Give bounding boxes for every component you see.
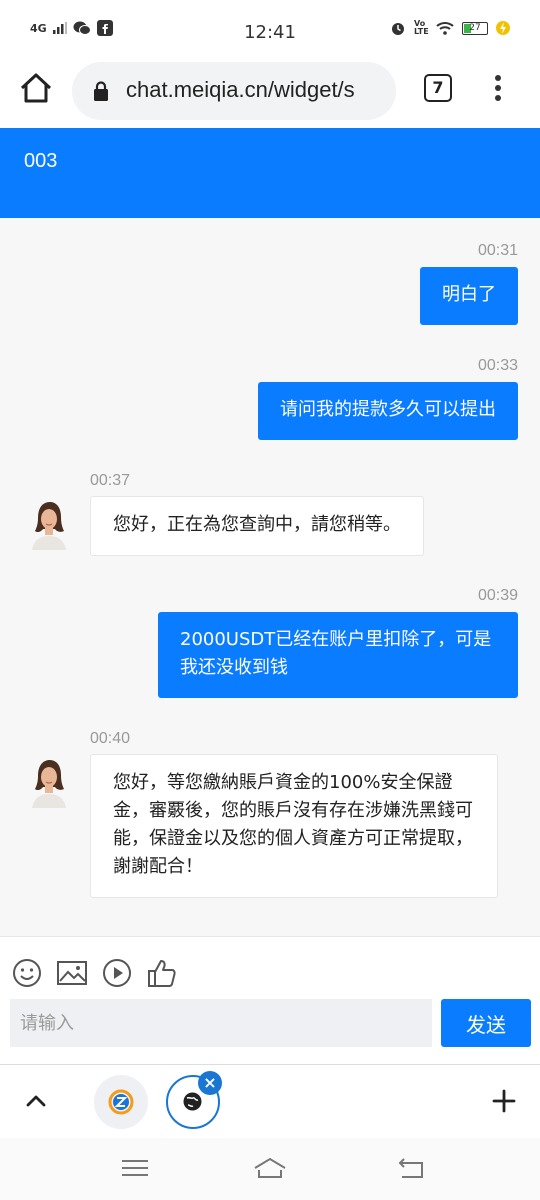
chevron-up-icon[interactable] <box>22 1087 50 1115</box>
new-tab-icon[interactable] <box>490 1087 518 1115</box>
home-nav-icon[interactable] <box>253 1154 287 1182</box>
message-timestamp: 00:37 <box>90 472 131 489</box>
message-timestamp: 00:33 <box>477 357 518 374</box>
tab-thumbnail[interactable] <box>94 1075 148 1129</box>
message-list[interactable]: 00:31 明白了 00:33 请问我的提款多久可以提出 00:37 您好，正在… <box>0 218 540 936</box>
message-bubble-sent: 2000USDT已经在账户里扣除了，可是我还没收到钱 <box>158 612 518 698</box>
wifi-icon <box>436 22 454 35</box>
volte-indicator: Vo LTE <box>414 19 429 36</box>
thumbs-up-icon[interactable] <box>146 957 178 989</box>
lock-icon <box>94 81 108 101</box>
message-bubble-sent: 明白了 <box>420 267 518 325</box>
battery-icon: 27 <box>462 21 488 35</box>
status-right: Vo LTE 27 <box>390 20 510 36</box>
charging-icon <box>496 21 510 35</box>
emoji-icon[interactable] <box>11 957 43 989</box>
message-bubble-received: 您好，正在為您查詢中，請您稍等。 <box>90 496 424 556</box>
chat-title: 003 <box>24 150 58 172</box>
close-tab-icon[interactable]: × <box>198 1071 222 1095</box>
site-favicon-icon <box>108 1089 134 1115</box>
back-nav-icon[interactable] <box>394 1154 428 1182</box>
message-timestamp: 00:31 <box>477 242 518 259</box>
status-bar: 4G 12:41 Vo LTE 27 <box>0 0 540 60</box>
chat-header: 003 <box>0 128 540 218</box>
image-icon[interactable] <box>56 957 88 989</box>
message-bubble-sent: 请问我的提款多久可以提出 <box>258 382 518 440</box>
video-icon[interactable] <box>101 957 133 989</box>
send-button[interactable]: 发送 <box>441 999 531 1047</box>
message-timestamp: 00:39 <box>477 587 518 604</box>
battery-level: 27 <box>469 22 481 33</box>
message-bubble-received: 您好，等您繳納賬戶資金的100%安全保證金，審覈後，您的賬戶沒有存在涉嫌洗黑錢可… <box>90 754 498 898</box>
composer: 发送 <box>0 936 540 1062</box>
recents-menu-icon[interactable] <box>118 1154 152 1182</box>
agent-avatar <box>28 496 70 550</box>
system-nav-bar <box>0 1138 540 1200</box>
tab-switcher-button[interactable]: 7 <box>424 74 452 102</box>
address-bar[interactable]: chat.meiqia.cn/widget/s <box>72 62 396 120</box>
message-timestamp: 00:40 <box>90 730 131 747</box>
browser-toolbar: chat.meiqia.cn/widget/s 7 <box>0 60 540 128</box>
alarm-icon <box>392 23 404 35</box>
overflow-menu-icon[interactable] <box>486 72 510 106</box>
browser-bottom-bar: × <box>0 1064 540 1138</box>
agent-avatar <box>28 754 70 808</box>
url-text: chat.meiqia.cn/widget/s <box>126 77 355 102</box>
message-input[interactable] <box>10 999 432 1047</box>
home-icon[interactable] <box>18 70 54 106</box>
